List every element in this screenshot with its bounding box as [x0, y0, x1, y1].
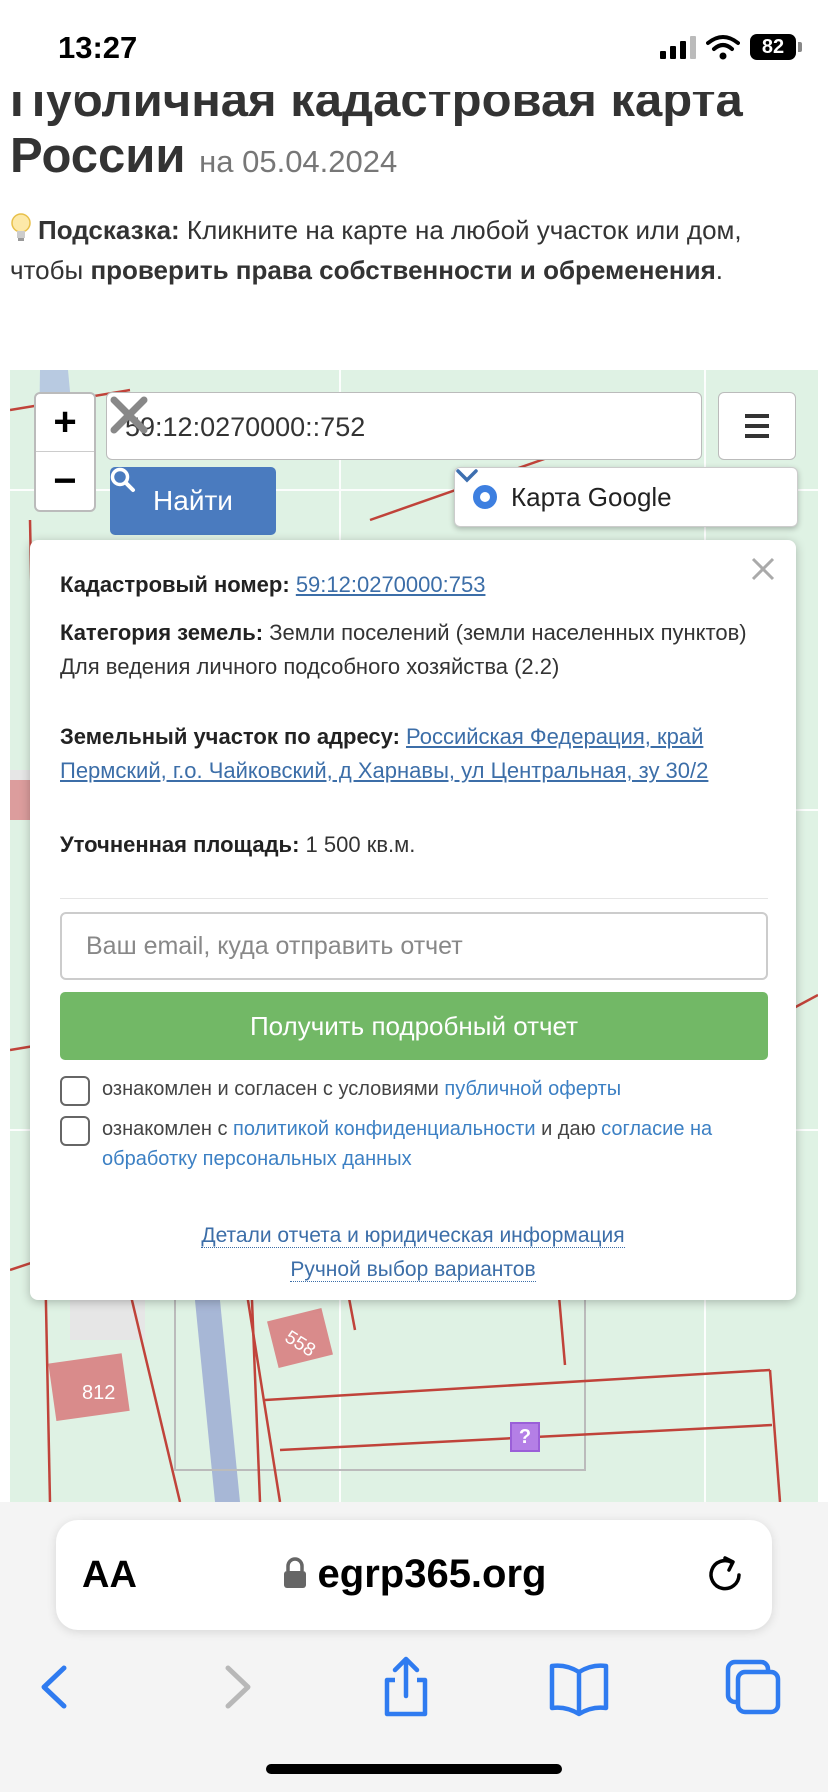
battery-icon: 82 — [750, 34, 802, 60]
find-button-label: Найти — [153, 485, 233, 516]
status-time: 13:27 — [58, 30, 138, 65]
search-box — [106, 392, 702, 460]
status-icons: 82 — [660, 34, 802, 60]
status-bar: 13:27 82 — [0, 0, 828, 92]
land-category-row: Категория земель: Земли поселений (земли… — [60, 616, 770, 684]
home-indicator — [266, 1764, 562, 1774]
hint-text: Подсказка: Кликните на карте на любой уч… — [10, 210, 810, 290]
chevron-down-icon — [456, 469, 478, 483]
menu-icon-bar — [745, 424, 769, 428]
menu-icon-bar — [745, 414, 769, 418]
battery-level: 82 — [761, 35, 785, 58]
privacy-consent-checkbox[interactable] — [60, 1116, 90, 1146]
share-icon[interactable] — [371, 1652, 441, 1722]
parcel-info-popup: Кадастровый номер: 59:12:0270000:753 Кат… — [30, 540, 796, 1300]
parcel-label-812: 812 — [82, 1382, 115, 1404]
privacy-consent-label-2: и даю — [535, 1118, 602, 1140]
layer-radio-icon — [473, 485, 497, 509]
email-input[interactable] — [60, 912, 768, 980]
offer-consent-text: ознакомлен и согласен с условиями публич… — [60, 1074, 768, 1104]
land-usage: Для ведения личного подсобного хозяйства… — [60, 654, 560, 679]
manual-selection-link-row: Ручной выбор вариантов — [30, 1258, 796, 1282]
search-icon — [110, 467, 135, 492]
zoom-in-button[interactable]: + — [36, 394, 94, 452]
lightbulb-icon — [11, 213, 31, 241]
privacy-consent-row: ознакомлен с политикой конфиденциальност… — [60, 1114, 768, 1174]
find-button[interactable]: Найти — [110, 467, 276, 535]
address-label: Земельный участок по адресу: — [60, 724, 400, 749]
cadastral-number-label: Кадастровый номер: — [60, 572, 290, 597]
address-row: Земельный участок по адресу: Российская … — [60, 720, 770, 788]
zoom-control: + − — [34, 392, 96, 512]
report-details-link[interactable]: Детали отчета и юридическая информация — [201, 1224, 625, 1248]
browser-toolbar: AA egrp365.org — [0, 1502, 828, 1792]
forward-icon[interactable] — [200, 1652, 270, 1722]
question-marker-icon[interactable]: ? — [510, 1422, 540, 1452]
lock-icon — [283, 1557, 306, 1588]
page-date: на 05.04.2024 — [199, 144, 398, 179]
clear-search-icon[interactable] — [107, 393, 151, 437]
bookmarks-icon[interactable] — [544, 1652, 614, 1722]
land-category-value: Земли поселений (земли населенных пункто… — [263, 620, 747, 645]
reload-icon[interactable] — [704, 1554, 746, 1596]
public-offer-link[interactable]: публичной оферты — [444, 1078, 621, 1100]
address-bar[interactable]: AA egrp365.org — [56, 1520, 772, 1630]
manual-selection-link[interactable]: Ручной выбор вариантов — [290, 1258, 536, 1282]
area-label: Уточненная площадь: — [60, 832, 300, 857]
wifi-icon — [706, 35, 740, 60]
offer-consent-row: ознакомлен и согласен с условиями публич… — [60, 1074, 768, 1106]
url-display[interactable]: egrp365.org — [56, 1552, 772, 1597]
hint-bold: проверить права собственности и обремене… — [90, 255, 716, 285]
privacy-policy-link[interactable]: политикой конфиденциальности — [233, 1118, 535, 1140]
cadastral-number-row: Кадастровый номер: 59:12:0270000:753 — [60, 568, 770, 602]
cellular-signal-icon — [660, 35, 696, 59]
map-layer-select[interactable]: Карта Google — [454, 467, 798, 527]
hint-end: . — [715, 255, 723, 285]
zoom-out-button[interactable]: − — [36, 452, 94, 510]
url-text: egrp365.org — [317, 1552, 547, 1596]
menu-button[interactable] — [718, 392, 796, 460]
privacy-consent-label-1: ознакомлен с — [102, 1118, 234, 1140]
area-value: 1 500 кв.м. — [299, 832, 416, 857]
back-icon[interactable] — [22, 1652, 92, 1722]
offer-consent-label: ознакомлен и согласен с условиями — [102, 1078, 445, 1100]
divider — [60, 898, 768, 899]
offer-consent-checkbox[interactable] — [60, 1076, 90, 1106]
cadastral-search-input[interactable] — [125, 407, 625, 447]
privacy-consent-text: ознакомлен с политикой конфиденциальност… — [60, 1114, 768, 1174]
menu-icon-bar — [745, 434, 769, 438]
land-category-label: Категория земель: — [60, 620, 264, 645]
report-details-link-row: Детали отчета и юридическая информация — [30, 1224, 796, 1248]
tabs-icon[interactable] — [718, 1652, 788, 1722]
cadastral-number-link[interactable]: 59:12:0270000:753 — [296, 572, 486, 597]
layer-select-label: Карта Google — [511, 481, 672, 512]
hint-label: Подсказка: — [38, 215, 180, 245]
get-report-button[interactable]: Получить подробный отчет — [60, 992, 768, 1060]
area-row: Уточненная площадь: 1 500 кв.м. — [60, 828, 770, 862]
